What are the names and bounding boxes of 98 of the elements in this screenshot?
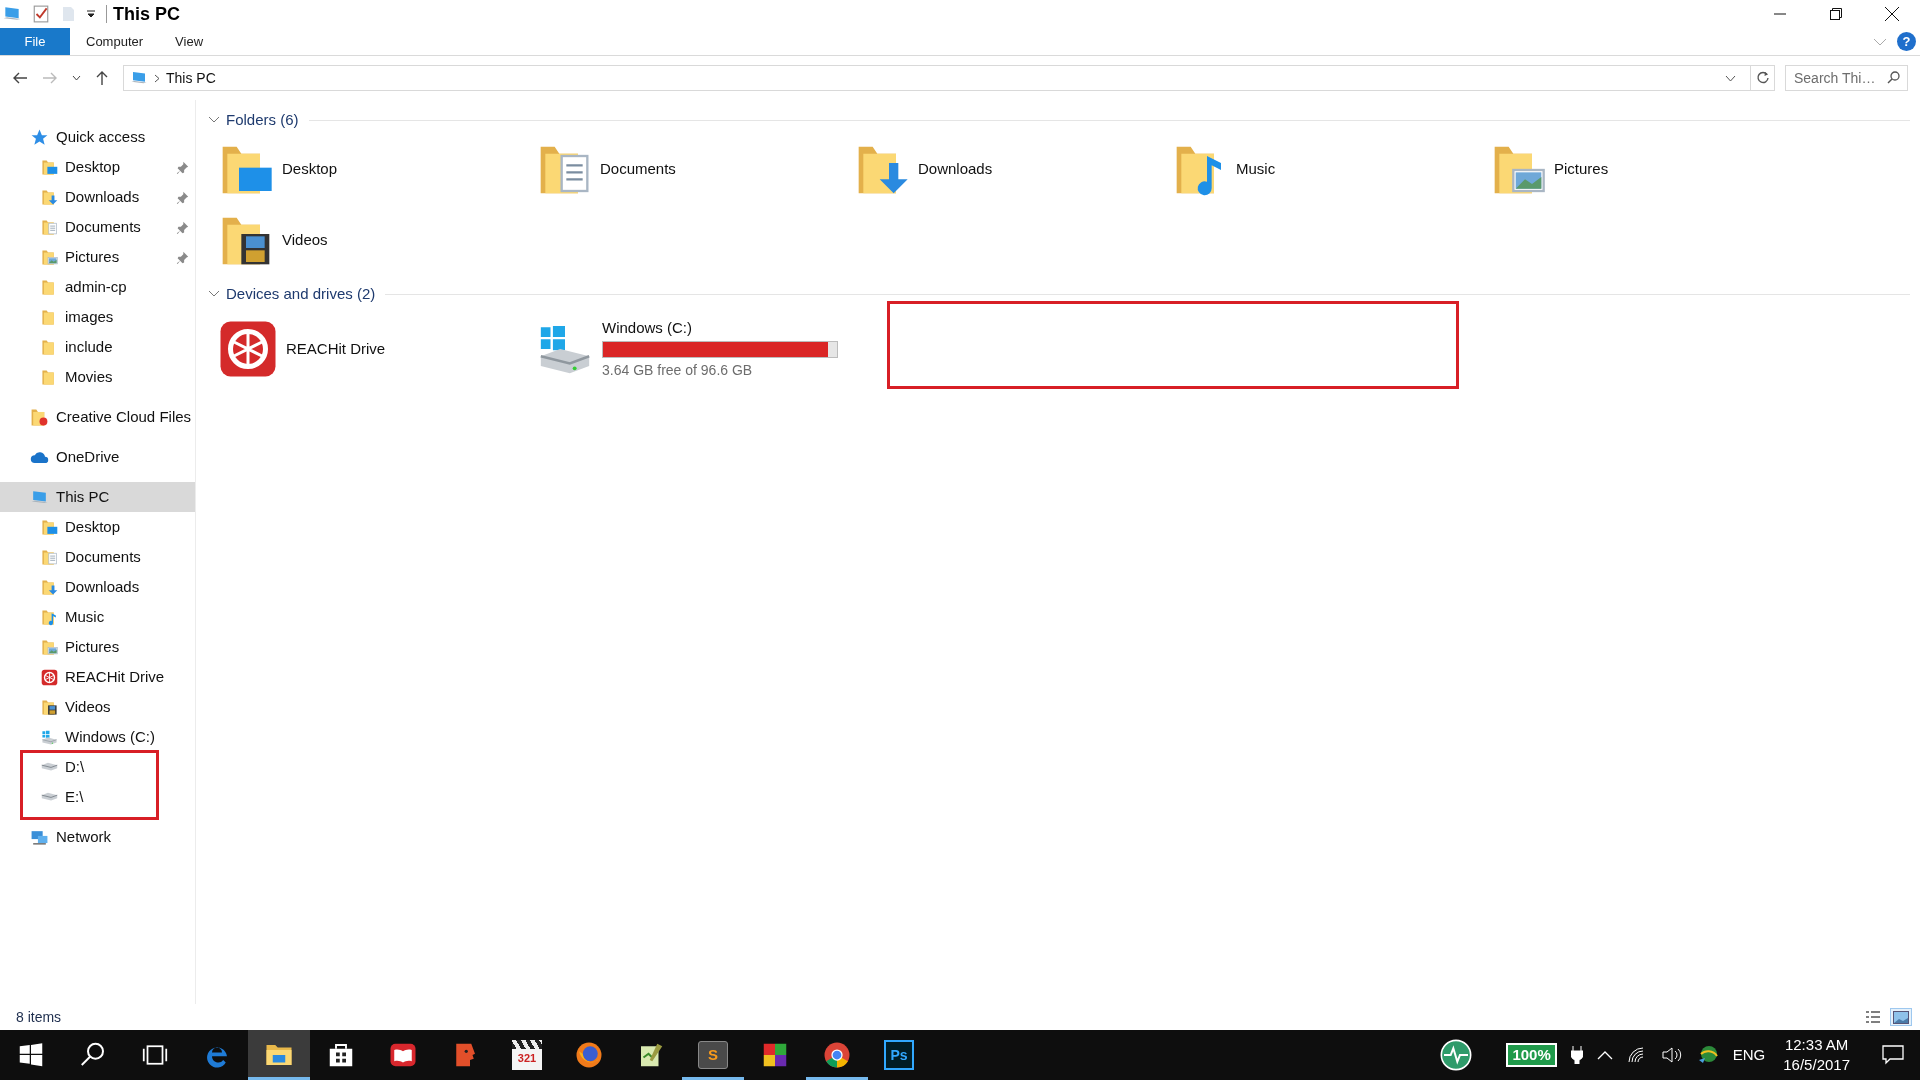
up-arrow-icon[interactable] (95, 70, 109, 86)
device-tile[interactable]: REACHit Drive (218, 308, 536, 390)
sidebar-item[interactable]: OneDrive (0, 442, 195, 472)
star-icon (30, 127, 49, 147)
details-view-icon (1865, 1010, 1881, 1024)
taskbar-button[interactable]: Ps (868, 1030, 930, 1080)
drive-name: Windows (C:) (602, 317, 693, 338)
sidebar-item[interactable]: This PC (0, 482, 195, 512)
volume-icon[interactable] (1660, 1046, 1683, 1064)
sidebar-item[interactable]: Creative Cloud Files (0, 402, 195, 432)
section-header[interactable]: Devices and drives (2) (226, 282, 376, 306)
sidebar-item[interactable]: Pictures (0, 242, 195, 272)
sidebar-item[interactable]: Network (0, 822, 195, 852)
downloads-folder-icon (41, 188, 58, 206)
sidebar-item[interactable]: Pictures (0, 632, 195, 662)
refresh-icon (1755, 71, 1770, 85)
tiles-view-button[interactable] (1890, 1008, 1912, 1026)
music-folder-icon (41, 608, 58, 626)
notification-icon[interactable] (1882, 1045, 1904, 1065)
photoshop-icon: Ps (884, 1040, 914, 1070)
pictures-folder-icon (41, 248, 58, 266)
ribbon-tab[interactable]: View (159, 28, 220, 55)
search-icon (1887, 71, 1900, 84)
sidebar-item[interactable]: REACHit Drive (0, 662, 195, 692)
back-arrow-icon[interactable] (12, 71, 28, 85)
sidebar-item[interactable]: admin-cp (0, 272, 195, 302)
pin-icon[interactable] (176, 160, 189, 174)
dropdown-arrow-icon[interactable] (86, 9, 96, 19)
sidebar-item[interactable]: E:\ (0, 782, 195, 812)
app-logo-icon (218, 319, 278, 379)
sidebar-item[interactable]: Downloads (0, 182, 195, 212)
documents-folder-icon (41, 548, 58, 566)
sublime-box-icon: S (698, 1041, 728, 1069)
sidebar-item[interactable]: Quick access (0, 122, 195, 152)
cloud-folder-icon (30, 407, 49, 427)
drive-icon (41, 762, 58, 772)
globe-fox-icon (574, 1040, 604, 1070)
folder-tile[interactable]: Desktop (218, 134, 536, 205)
help-button[interactable]: ? (1897, 32, 1916, 51)
battery-indicator[interactable]: 100% (1506, 1043, 1557, 1067)
sidebar-item[interactable]: Downloads (0, 572, 195, 602)
address-bar[interactable]: This PC (123, 65, 1775, 91)
folder-tile[interactable]: Pictures (1490, 134, 1808, 205)
sidebar-item[interactable]: include (0, 332, 195, 362)
plug-icon[interactable] (1570, 1046, 1583, 1064)
pin-icon[interactable] (176, 190, 189, 204)
section-header[interactable]: Folders (6) (226, 108, 299, 132)
recent-dropdown-icon[interactable] (72, 75, 81, 81)
pin-icon[interactable] (176, 220, 189, 234)
taskbar-button[interactable]: 321 (496, 1030, 558, 1080)
folder-tile[interactable]: Videos (218, 205, 536, 276)
folder-tile[interactable]: Documents (536, 134, 854, 205)
search-field[interactable]: Search Thi… (1785, 65, 1908, 91)
videos-folder-icon (41, 698, 58, 716)
language-indicator[interactable]: ENG (1732, 1043, 1766, 1067)
folder-tile[interactable]: Downloads (854, 134, 1172, 205)
dropdown-chevron-icon[interactable] (1725, 74, 1736, 82)
sidebar-item[interactable]: Windows (C:) (0, 722, 195, 752)
folder-tile[interactable]: Music (1172, 134, 1490, 205)
picture-view-icon (1893, 1010, 1909, 1024)
sidebar-item[interactable]: Movies (0, 362, 195, 392)
minimize-icon (1774, 13, 1786, 15)
sidebar-item[interactable]: Documents (0, 542, 195, 572)
heartbeat-icon[interactable] (1440, 1039, 1473, 1071)
chrome-circle-icon (822, 1040, 852, 1070)
sidebar-item[interactable]: Videos (0, 692, 195, 722)
sidebar-item[interactable]: images (0, 302, 195, 332)
desktop-folder-icon (41, 158, 58, 176)
breadcrumb-chevron-icon[interactable] (154, 73, 160, 83)
documents-folder-icon (41, 218, 58, 236)
drive-tile[interactable]: Windows (C:) 3.64 GB free of 96.6 GB (536, 308, 854, 390)
free-space-text: 3.64 GB free of 96.6 GB (602, 361, 754, 381)
app-logo-icon (41, 668, 58, 686)
pin-icon[interactable] (176, 250, 189, 264)
taskbar-button[interactable] (248, 1030, 310, 1080)
breadcrumb-item[interactable]: This PC (166, 67, 216, 89)
sidebar-item[interactable]: Documents (0, 212, 195, 242)
sidebar-item[interactable]: Desktop (0, 152, 195, 182)
sidebar-item[interactable]: Desktop (0, 512, 195, 542)
restore-icon (1830, 8, 1842, 20)
clock[interactable]: 12:33 AM 16/5/2017 (1779, 1035, 1854, 1075)
close-icon (1885, 7, 1899, 21)
chevron-up-icon[interactable] (1596, 1050, 1613, 1060)
taskbar-button[interactable]: S (682, 1030, 744, 1080)
item-count: 8 items (16, 1007, 62, 1027)
sidebar-item[interactable]: D:\ (0, 752, 195, 782)
downloads-folder-icon (41, 578, 58, 596)
collapse-chevron-icon[interactable] (208, 290, 220, 298)
collapse-chevron-icon[interactable] (208, 116, 220, 124)
drive-icon (41, 728, 58, 746)
properties-icon[interactable] (32, 5, 50, 23)
desktop-folder-icon (41, 518, 58, 536)
pictures-folder-icon (41, 638, 58, 656)
sidebar-item[interactable]: Music (0, 602, 195, 632)
ribbon-tab[interactable]: Computer (70, 28, 160, 55)
window-title: This PC (113, 2, 180, 26)
drive-icon (41, 792, 58, 802)
file-menu-tab[interactable]: File (0, 28, 70, 55)
